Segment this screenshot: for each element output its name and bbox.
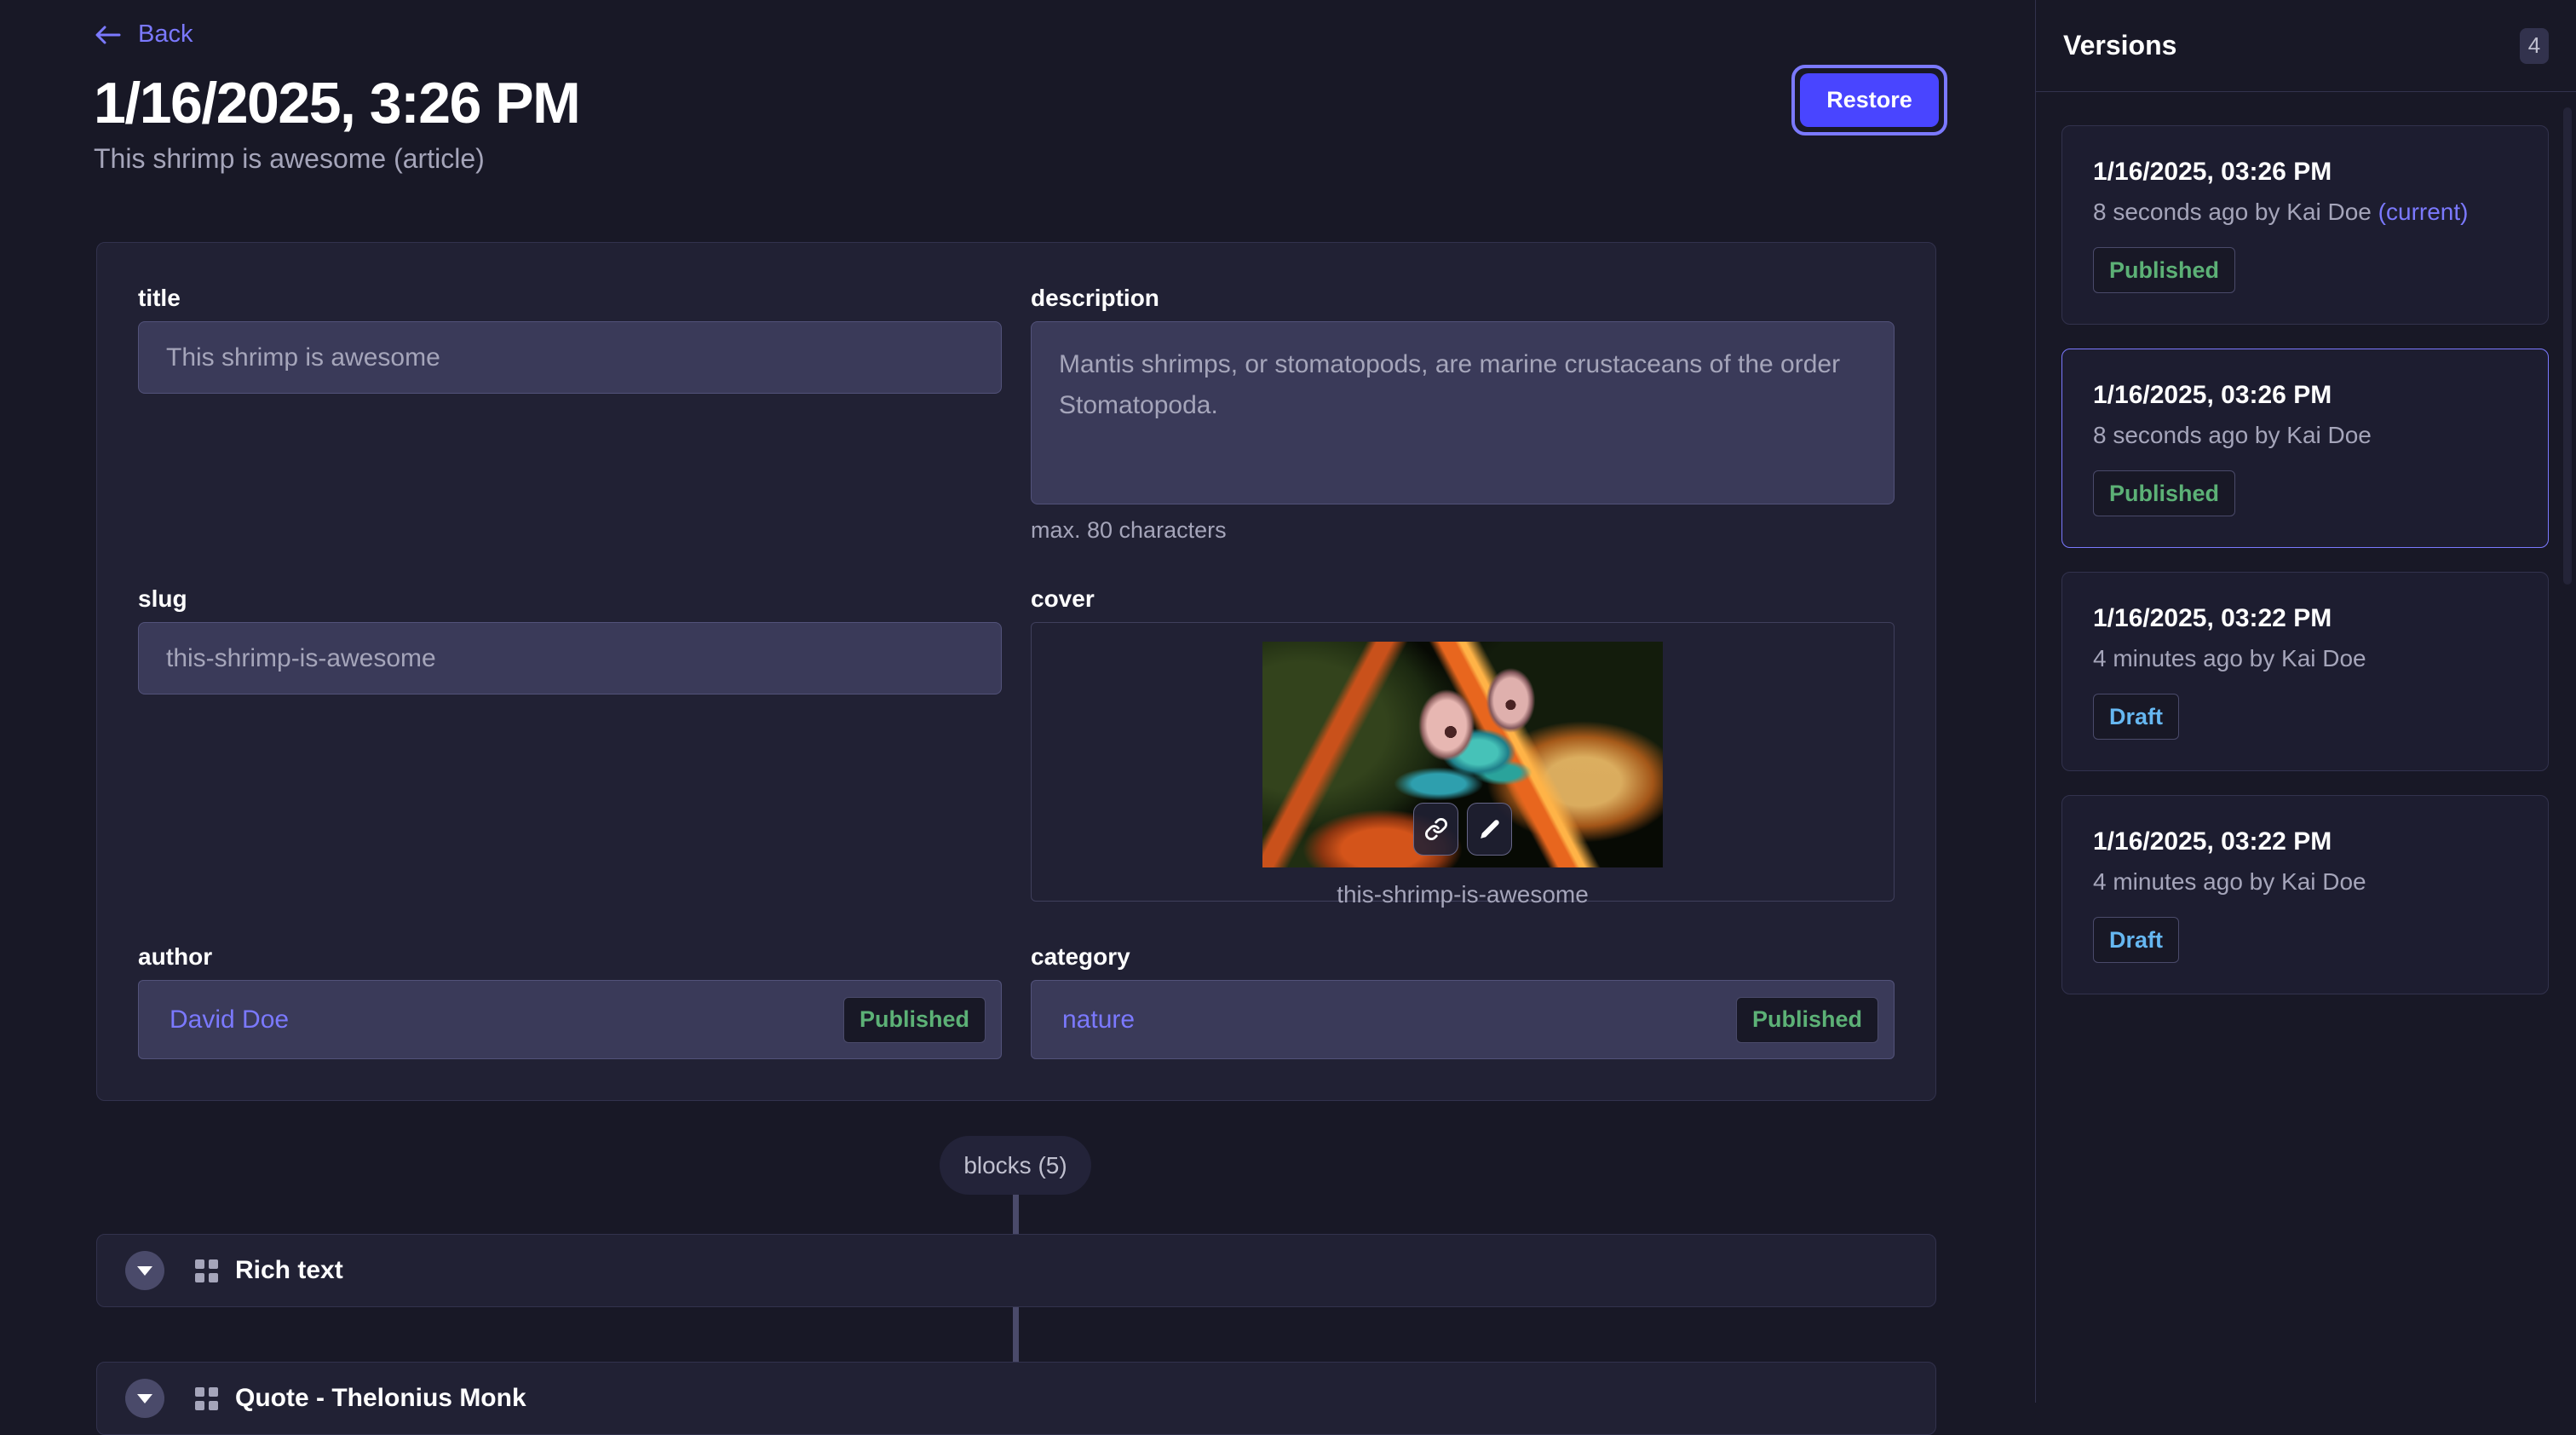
title-input[interactable] xyxy=(138,321,1002,394)
copy-link-button[interactable] xyxy=(1413,803,1458,856)
accordion-toggle-button[interactable] xyxy=(125,1379,164,1418)
block-accordion: Rich text xyxy=(96,1234,1936,1307)
drag-handle-icon[interactable] xyxy=(195,1259,218,1282)
slug-input[interactable] xyxy=(138,622,1002,694)
versions-count-badge: 4 xyxy=(2520,28,2549,64)
author-link[interactable]: David Doe xyxy=(170,1006,289,1034)
scrollbar-thumb[interactable] xyxy=(2563,107,2572,585)
pencil-icon xyxy=(1479,818,1501,840)
version-card[interactable]: 1/16/2025, 03:26 PM 8 seconds ago by Kai… xyxy=(2061,349,2549,548)
author-status-badge: Published xyxy=(843,997,986,1043)
back-arrow-icon xyxy=(95,25,121,45)
field-category: category nature Published xyxy=(1031,942,1895,1059)
version-status-badge: Draft xyxy=(2093,694,2179,740)
version-card[interactable]: 1/16/2025, 03:22 PM 4 minutes ago by Kai… xyxy=(2061,795,2549,994)
description-hint: max. 80 characters xyxy=(1031,517,1895,544)
version-card-meta: 8 seconds ago by Kai Doe xyxy=(2093,421,2517,450)
versions-header: Versions 4 xyxy=(2036,0,2576,92)
version-card[interactable]: 1/16/2025, 03:26 PM 8 seconds ago by Kai… xyxy=(2061,125,2549,325)
field-description: description Mantis shrimps, or stomatopo… xyxy=(1031,284,1895,544)
version-status-badge: Published xyxy=(2093,247,2235,293)
category-link[interactable]: nature xyxy=(1062,1006,1135,1034)
slug-label: slug xyxy=(138,585,1002,614)
chevron-down-icon xyxy=(136,1265,153,1277)
description-textarea[interactable]: Mantis shrimps, or stomatopods, are mari… xyxy=(1031,321,1895,504)
field-slug: slug xyxy=(138,585,1002,902)
title-label: title xyxy=(138,284,1002,313)
drag-handle-icon[interactable] xyxy=(195,1387,218,1410)
page-subtitle: This shrimp is awesome (article) xyxy=(94,143,485,175)
accordion-toggle-button[interactable] xyxy=(125,1251,164,1290)
versions-sidebar: Versions 4 1/16/2025, 03:26 PM 8 seconds… xyxy=(2035,0,2576,1403)
version-card[interactable]: 1/16/2025, 03:22 PM 4 minutes ago by Kai… xyxy=(2061,572,2549,771)
cover-actions xyxy=(1413,803,1512,856)
cover-media-box: this-shrimp-is-awesome xyxy=(1031,622,1895,902)
version-status-badge: Draft xyxy=(2093,917,2179,963)
back-label: Back xyxy=(138,20,193,49)
restore-button[interactable]: Restore xyxy=(1800,73,1939,127)
block-accordion-label: Rich text xyxy=(235,1256,343,1285)
blocks-count-pill: blocks (5) xyxy=(940,1136,1091,1195)
author-relation-box: David Doe Published xyxy=(138,980,1002,1059)
version-card-title: 1/16/2025, 03:26 PM xyxy=(2093,380,2517,411)
cover-label: cover xyxy=(1031,585,1895,614)
version-card-title: 1/16/2025, 03:22 PM xyxy=(2093,827,2517,857)
edit-media-button[interactable] xyxy=(1467,803,1512,856)
version-card-title: 1/16/2025, 03:26 PM xyxy=(2093,157,2517,187)
version-fields-card: title description Mantis shrimps, or sto… xyxy=(96,242,1936,1101)
version-card-meta: 4 minutes ago by Kai Doe xyxy=(2093,644,2517,673)
versions-title: Versions xyxy=(2063,30,2176,61)
versions-list: 1/16/2025, 03:26 PM 8 seconds ago by Kai… xyxy=(2036,92,2576,994)
version-current-tag: (current) xyxy=(2378,199,2469,225)
blocks-connector-line xyxy=(1013,1307,1019,1362)
category-relation-box: nature Published xyxy=(1031,980,1895,1059)
field-title: title xyxy=(138,284,1002,544)
category-label: category xyxy=(1031,942,1895,971)
restore-button-focus-ring: Restore xyxy=(1791,65,1947,135)
link-icon xyxy=(1424,817,1448,841)
category-status-badge: Published xyxy=(1736,997,1878,1043)
version-card-title: 1/16/2025, 03:22 PM xyxy=(2093,603,2517,634)
cover-caption: this-shrimp-is-awesome xyxy=(1032,881,1894,908)
main-content: Back 1/16/2025, 3:26 PM This shrimp is a… xyxy=(0,0,2035,1403)
description-label: description xyxy=(1031,284,1895,313)
blocks-connector-line xyxy=(1013,1195,1019,1234)
block-accordion-label: Quote - Thelonius Monk xyxy=(235,1384,526,1413)
cover-image xyxy=(1262,642,1663,867)
version-card-meta: 4 minutes ago by Kai Doe xyxy=(2093,867,2517,896)
version-status-badge: Published xyxy=(2093,470,2235,516)
back-link[interactable]: Back xyxy=(95,20,193,49)
field-author: author David Doe Published xyxy=(138,942,1002,1059)
page-title: 1/16/2025, 3:26 PM xyxy=(94,72,579,135)
field-cover: cover xyxy=(1031,585,1895,902)
author-label: author xyxy=(138,942,1002,971)
block-accordion: Quote - Thelonius Monk xyxy=(96,1362,1936,1435)
version-card-meta: 8 seconds ago by Kai Doe (current) xyxy=(2093,198,2517,227)
